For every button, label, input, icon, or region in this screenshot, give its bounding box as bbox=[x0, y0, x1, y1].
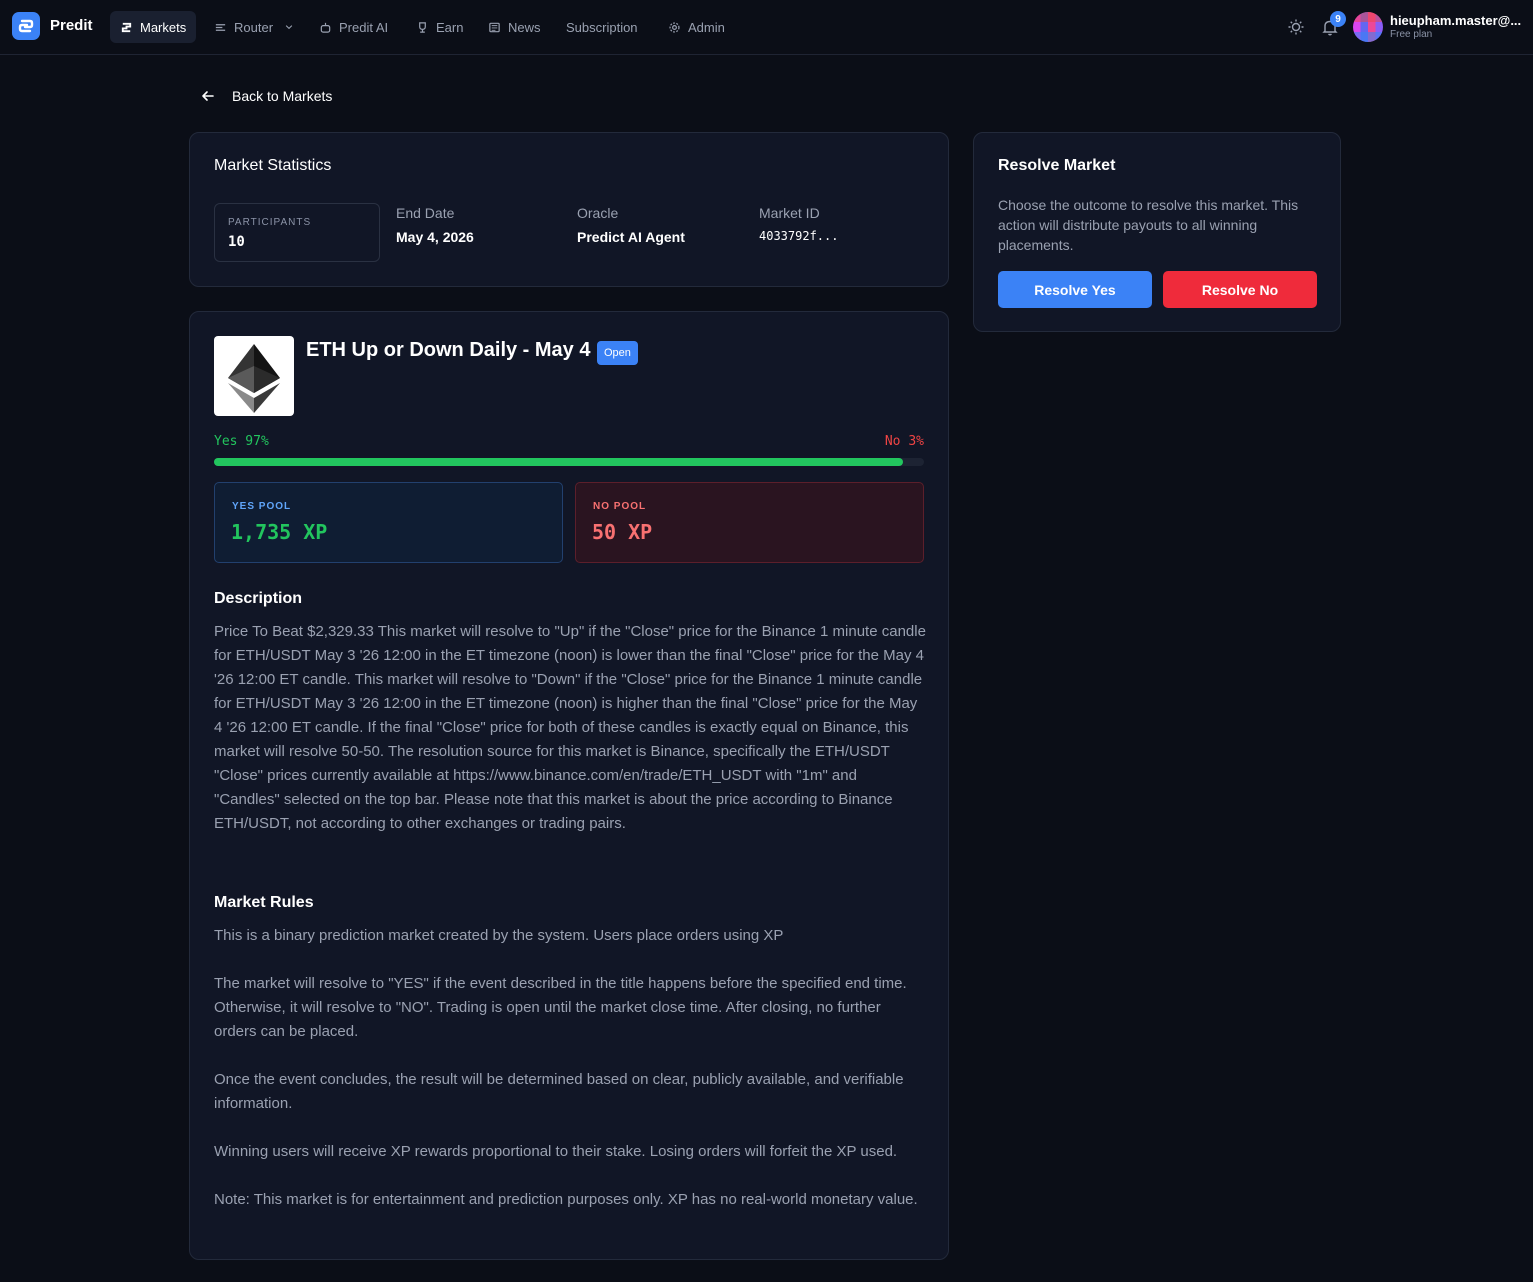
nav-markets-label: Markets bbox=[140, 19, 187, 35]
end-date-label: End Date bbox=[396, 205, 455, 221]
nav-subscription-label: Subscription bbox=[566, 19, 638, 35]
oracle-stat: Oracle Predict AI Agent bbox=[577, 205, 685, 245]
yes-pool-label: YES POOL bbox=[232, 501, 292, 512]
predit-logo-icon[interactable] bbox=[12, 12, 40, 40]
yes-percentage: Yes 97% bbox=[214, 434, 269, 449]
resolve-no-button[interactable]: Resolve No bbox=[1163, 271, 1317, 308]
trophy-icon bbox=[419, 21, 426, 33]
market-title: ETH Up or Down Daily - May 4 bbox=[306, 339, 591, 361]
no-pool-label: NO POOL bbox=[593, 501, 647, 512]
nav-router-label: Router bbox=[234, 19, 274, 35]
oracle-value: Predict AI Agent bbox=[577, 229, 685, 245]
participants-stat: PARTICIPANTS 10 bbox=[214, 203, 380, 262]
end-date-stat: End Date May 4, 2026 bbox=[396, 205, 474, 245]
resolve-yes-button[interactable]: Resolve Yes bbox=[998, 271, 1152, 308]
participants-label: PARTICIPANTS bbox=[228, 217, 312, 228]
theme-toggle-sun-icon[interactable] bbox=[1286, 17, 1306, 37]
nav-router[interactable]: Router bbox=[204, 11, 304, 43]
newspaper-icon bbox=[489, 22, 500, 32]
nav-markets[interactable]: Markets bbox=[110, 11, 197, 43]
end-date-value: May 4, 2026 bbox=[396, 229, 474, 245]
nav-admin-label: Admin bbox=[688, 19, 725, 35]
probability-bar bbox=[214, 458, 924, 466]
nav-admin[interactable]: Admin bbox=[658, 11, 735, 43]
market-id-value: 4033792f... bbox=[759, 229, 839, 243]
no-pool-card: NO POOL 50 XP bbox=[575, 482, 924, 563]
nav-news-label: News bbox=[508, 19, 541, 35]
top-navbar: Predit Markets Router Predit AI Earn New… bbox=[0, 0, 1533, 55]
market-detail-card: ETH Up or Down Daily - May 4 Open Yes 97… bbox=[189, 311, 949, 1260]
market-rule-3: Once the event concludes, the result wil… bbox=[214, 1071, 904, 1112]
market-id-label: Market ID bbox=[759, 205, 820, 221]
description-heading: Description bbox=[214, 590, 303, 607]
user-name[interactable]: hieupham.master@... bbox=[1390, 13, 1521, 28]
back-to-markets-link[interactable]: Back to Markets bbox=[200, 88, 332, 104]
market-statistics-card: Market Statistics PARTICIPANTS 10 End Da… bbox=[189, 132, 949, 287]
ethereum-logo-icon bbox=[214, 336, 294, 416]
participants-value: 10 bbox=[228, 234, 245, 250]
market-rules-heading: Market Rules bbox=[214, 894, 314, 911]
nav-subscription[interactable]: Subscription bbox=[556, 11, 648, 43]
arrow-left-icon bbox=[202, 91, 214, 101]
user-plan: Free plan bbox=[1390, 29, 1433, 40]
gear-icon bbox=[669, 21, 680, 33]
notification-count-badge: 9 bbox=[1330, 11, 1346, 27]
oracle-label: Oracle bbox=[577, 205, 619, 221]
nav-predit-ai-label: Predit AI bbox=[339, 19, 389, 35]
avatar[interactable] bbox=[1353, 12, 1383, 42]
brand-name[interactable]: Predit bbox=[50, 17, 93, 34]
market-rule-1: This is a binary prediction market creat… bbox=[214, 927, 784, 944]
chevron-down-icon bbox=[285, 25, 293, 30]
ai-icon bbox=[320, 22, 331, 33]
market-rule-5: Note: This market is for entertainment a… bbox=[214, 1191, 918, 1208]
probability-bar-fill bbox=[214, 458, 903, 466]
router-icon bbox=[215, 23, 226, 31]
resolve-market-title: Resolve Market bbox=[998, 157, 1116, 174]
market-statistics-title: Market Statistics bbox=[214, 157, 332, 174]
yes-pool-card: YES POOL 1,735 XP bbox=[214, 482, 563, 563]
description-text: Price To Beat $2,329.33 This market will… bbox=[214, 623, 926, 832]
nav-earn[interactable]: Earn bbox=[406, 11, 473, 43]
nav-earn-label: Earn bbox=[436, 19, 464, 35]
nav-news[interactable]: News bbox=[478, 11, 551, 43]
no-pool-value: 50 XP bbox=[592, 520, 653, 544]
markets-icon bbox=[121, 22, 132, 32]
market-rule-2: The market will resolve to "YES" if the … bbox=[214, 975, 907, 1040]
market-rule-4: Winning users will receive XP rewards pr… bbox=[214, 1143, 898, 1160]
status-badge: Open bbox=[597, 341, 638, 365]
back-link-label: Back to Markets bbox=[232, 88, 333, 104]
resolve-market-card: Resolve Market Choose the outcome to res… bbox=[973, 132, 1341, 332]
nav-predit-ai[interactable]: Predit AI bbox=[309, 11, 398, 43]
no-percentage: No 3% bbox=[884, 434, 924, 449]
market-id-stat: Market ID 4033792f... bbox=[759, 205, 838, 243]
resolve-market-description: Choose the outcome to resolve this marke… bbox=[998, 197, 1299, 253]
yes-pool-value: 1,735 XP bbox=[231, 520, 328, 544]
